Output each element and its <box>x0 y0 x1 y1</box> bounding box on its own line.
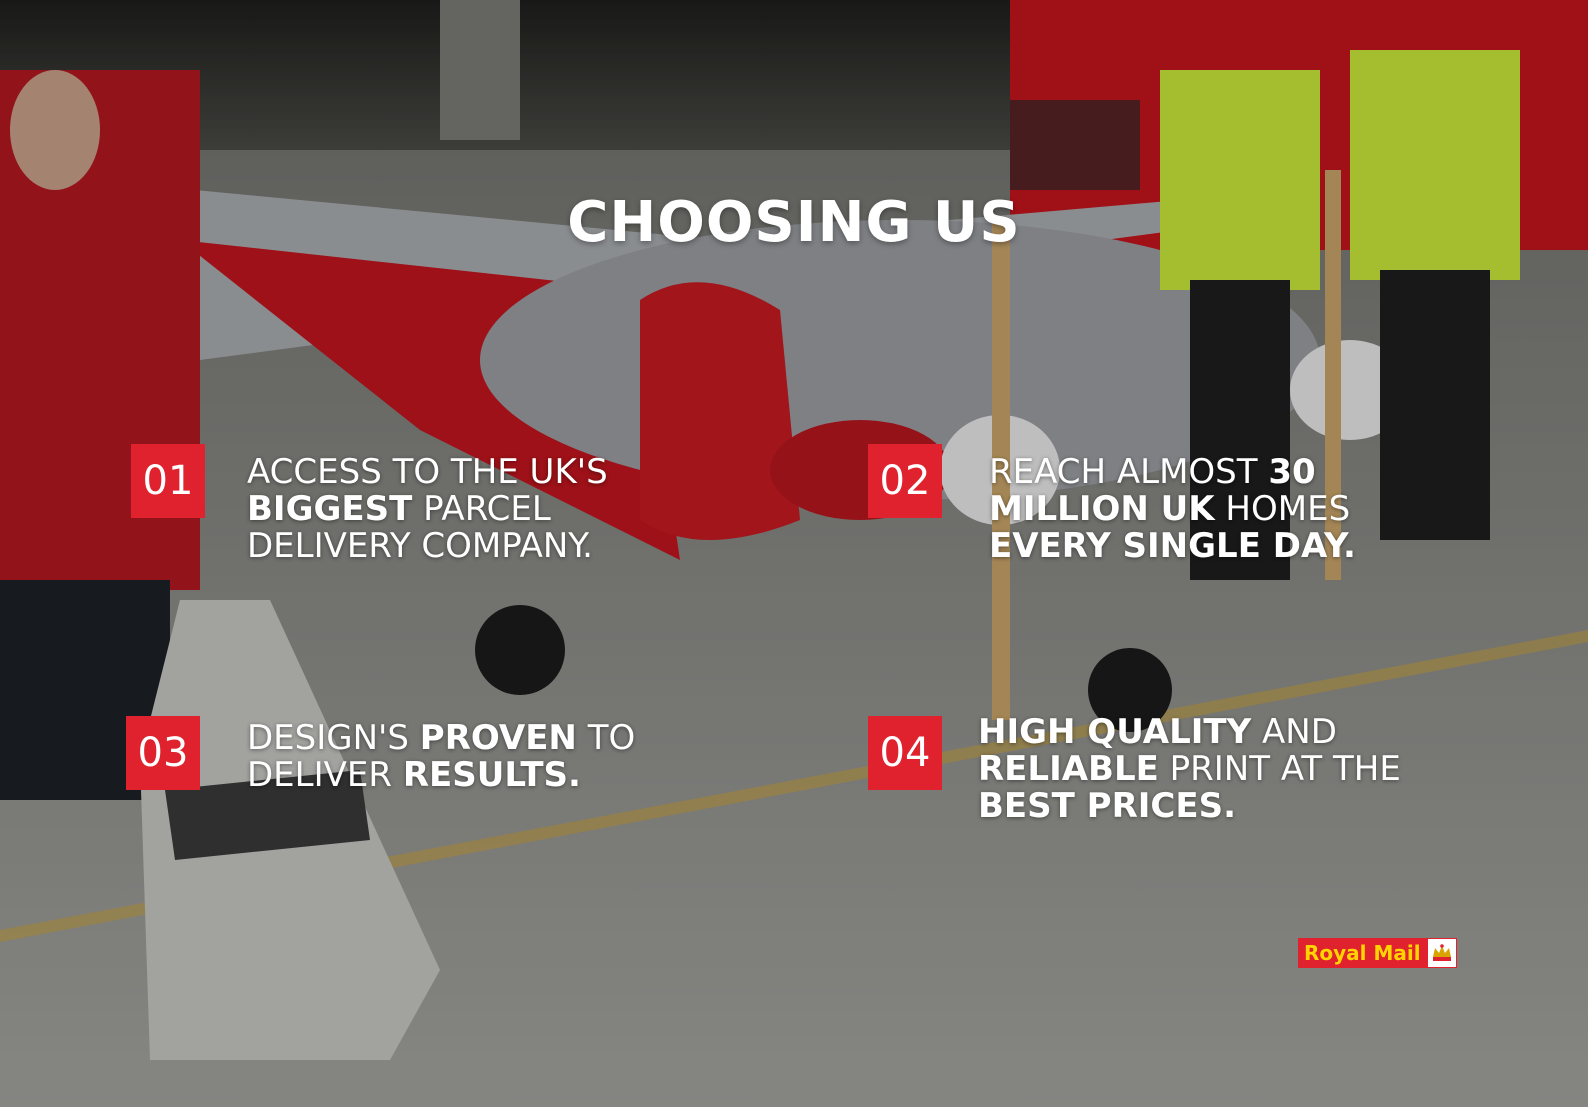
feature-item-03: DESIGN'S PROVEN TO DELIVER RESULTS. <box>247 720 687 794</box>
number-badge-02: 02 <box>868 444 942 518</box>
number-badge-03: 03 <box>126 716 200 790</box>
number-badge-04: 04 <box>868 716 942 790</box>
feature-text: DESIGN'S <box>247 718 420 758</box>
feature-text: AND <box>1251 712 1337 752</box>
feature-text-bold: BEST PRICES. <box>978 786 1236 826</box>
feature-item-04: HIGH QUALITY AND RELIABLE PRINT AT THE B… <box>978 714 1458 825</box>
feature-text-bold: RESULTS. <box>402 755 581 795</box>
feature-item-02: REACH ALMOST 30 MILLION UK HOMES EVERY S… <box>989 454 1409 565</box>
royal-mail-logo: Royal Mail <box>1298 938 1457 968</box>
feature-text-bold: BIGGEST <box>247 489 413 529</box>
feature-text-bold: RELIABLE <box>978 749 1159 789</box>
feature-text-bold: PROVEN <box>419 718 577 758</box>
feature-text: ACCESS TO THE UK'S <box>247 452 608 492</box>
feature-text-bold: HIGH QUALITY <box>978 712 1252 752</box>
feature-text-bold: EVERY SINGLE DAY. <box>989 526 1356 566</box>
feature-text: PRINT AT THE <box>1158 749 1401 789</box>
crown-icon <box>1426 938 1457 968</box>
feature-text: HOMES <box>1214 489 1351 529</box>
feature-text: REACH ALMOST <box>989 452 1269 492</box>
logo-text: Royal Mail <box>1298 938 1427 968</box>
page-title: CHOOSING US <box>567 190 1021 255</box>
feature-item-01: ACCESS TO THE UK'S BIGGEST PARCEL DELIVE… <box>247 454 687 565</box>
number-badge-01: 01 <box>131 444 205 518</box>
